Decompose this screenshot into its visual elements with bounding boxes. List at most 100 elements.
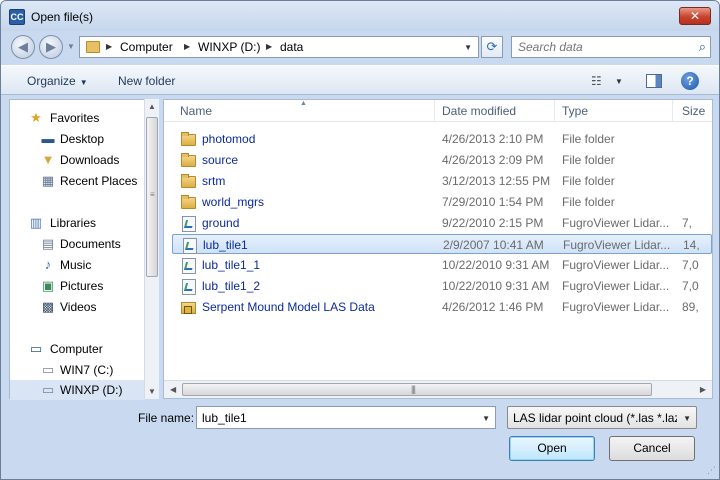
sidebar-item-pictures[interactable]: ▣ Pictures	[10, 276, 145, 296]
file-row-world-mgrs[interactable]: world_mgrs 7/29/2010 1:54 PM File folder	[172, 192, 712, 212]
file-row-ground[interactable]: ground 9/22/2010 2:15 PM FugroViewer Lid…	[172, 213, 712, 233]
file-row-lub-tile1-1[interactable]: lub_tile1_1 10/22/2010 9:31 AM FugroView…	[172, 255, 712, 275]
recent-locations-dropdown[interactable]: ▼	[67, 42, 75, 51]
organize-button[interactable]: Organize ▼	[27, 74, 88, 88]
chevron-right-icon[interactable]: ▶	[106, 42, 112, 51]
scroll-left-icon[interactable]: ◀	[170, 385, 176, 394]
column-divider[interactable]	[434, 100, 435, 122]
app-icon: CC	[9, 9, 25, 25]
file-type: File folder	[562, 174, 615, 188]
sidebar-item-libraries[interactable]: ▥ Libraries	[10, 213, 145, 233]
sidebar-item-desktop[interactable]: ▬ Desktop	[10, 129, 145, 149]
sort-ascending-icon: ▲	[300, 100, 307, 107]
sidebar-item-documents[interactable]: ▤ Documents	[10, 234, 145, 254]
file-row-lub-tile1[interactable]: lub_tile1 2/9/2007 10:41 AM FugroViewer …	[172, 234, 712, 254]
search-box[interactable]: ⌕	[511, 36, 711, 58]
window-title: Open file(s)	[31, 10, 94, 24]
sidebar-item-downloads[interactable]: ▼ Downloads	[10, 150, 145, 170]
file-row-photomod[interactable]: photomod 4/26/2013 2:10 PM File folder	[172, 129, 712, 149]
chevron-right-icon[interactable]: ▶	[184, 42, 190, 51]
forward-button[interactable]: ▶	[39, 35, 63, 59]
breadcrumb-data[interactable]: data	[280, 40, 303, 54]
column-divider[interactable]	[672, 100, 673, 122]
search-input[interactable]	[512, 37, 688, 57]
chevron-down-icon[interactable]: ▼	[482, 414, 490, 423]
navigation-pane[interactable]: ★ Favorites ▬ Desktop ▼ Downloads ▦ Rece…	[9, 99, 159, 400]
file-type: FugroViewer Lidar...	[562, 258, 670, 272]
new-folder-button[interactable]: New folder	[118, 74, 175, 88]
file-name: lub_tile1	[203, 238, 248, 252]
column-header-row: ▲ Name Date modified Type Size	[164, 100, 712, 122]
file-name-combobox[interactable]: ▼	[196, 406, 496, 429]
file-row-serpent-mound[interactable]: Serpent Mound Model LAS Data 4/26/2012 1…	[172, 297, 712, 317]
help-icon[interactable]: ?	[681, 72, 699, 90]
lock-folder-icon	[180, 299, 196, 314]
file-type-filter-select[interactable]: LAS lidar point cloud (*.las *.laz ▼	[507, 406, 697, 429]
grip-icon: ≡	[150, 190, 155, 199]
file-date: 4/26/2012 1:46 PM	[442, 300, 544, 314]
file-row-srtm[interactable]: srtm 3/12/2013 12:55 PM File folder	[172, 171, 712, 191]
column-divider[interactable]	[554, 100, 555, 122]
cancel-button[interactable]: Cancel	[609, 436, 695, 461]
folder-icon	[180, 194, 196, 209]
refresh-button[interactable]: ⟳	[481, 36, 503, 58]
preview-pane-icon[interactable]	[646, 74, 662, 88]
sidebar-item-label: Libraries	[50, 216, 97, 230]
scroll-right-icon[interactable]: ▶	[700, 385, 706, 394]
chevron-down-icon[interactable]: ▼	[464, 43, 472, 52]
file-type: File folder	[562, 195, 615, 209]
open-file-dialog: CC Open file(s) ✕ ◀ ▶ ▼ ▶ Computer ▶ WIN…	[0, 0, 720, 480]
drive-icon: ▭	[41, 382, 55, 397]
file-name-input[interactable]	[197, 407, 473, 428]
sidebar-item-label: Documents	[60, 237, 121, 251]
sidebar-scrollbar[interactable]: ▲ ≡ ▼	[144, 99, 159, 399]
scroll-down-icon[interactable]: ▼	[148, 387, 156, 396]
file-size: 7,0	[682, 258, 699, 272]
file-name: photomod	[202, 132, 256, 146]
horizontal-scroll-thumb[interactable]: |||	[182, 383, 652, 396]
grip-icon: |||	[411, 384, 416, 394]
change-view-icon[interactable]: ☷	[591, 74, 602, 88]
file-row-lub-tile1-2[interactable]: lub_tile1_2 10/22/2010 9:31 AM FugroView…	[172, 276, 712, 296]
column-header-name[interactable]: Name	[180, 104, 212, 118]
lidar-file-icon	[180, 278, 196, 295]
sidebar-item-favorites[interactable]: ★ Favorites	[10, 108, 145, 128]
sidebar-item-winxp-drive[interactable]: ▭ WINXP (D:)	[10, 380, 145, 400]
file-name: lub_tile1_1	[202, 258, 261, 272]
column-header-size[interactable]: Size	[682, 104, 705, 118]
close-button[interactable]: ✕	[679, 7, 711, 25]
sidebar-item-videos[interactable]: ▩ Videos	[10, 297, 145, 317]
back-button[interactable]: ◀	[11, 35, 35, 59]
chevron-right-icon[interactable]: ▶	[266, 42, 272, 51]
chevron-down-icon[interactable]: ▼	[615, 77, 623, 86]
file-name: srtm	[202, 174, 226, 188]
sidebar-item-music[interactable]: ♪ Music	[10, 255, 145, 275]
sidebar-scroll-thumb[interactable]: ≡	[146, 117, 158, 277]
file-size: 7,	[682, 216, 693, 230]
breadcrumb-computer[interactable]: Computer	[120, 40, 173, 54]
column-header-date[interactable]: Date modified	[442, 104, 516, 118]
file-type: FugroViewer Lidar...	[562, 300, 670, 314]
file-list[interactable]: ▲ Name Date modified Type Size photomod …	[163, 99, 713, 399]
chevron-down-icon: ▼	[79, 78, 88, 87]
address-bar[interactable]: ▶ Computer ▶ WINXP (D:) ▶ data ▼	[79, 36, 479, 58]
file-date: 4/26/2013 2:09 PM	[442, 153, 544, 167]
drive-icon: ▭	[41, 362, 55, 377]
file-row-source[interactable]: source 4/26/2013 2:09 PM File folder	[172, 150, 712, 170]
breadcrumb-drive[interactable]: WINXP (D:)	[198, 40, 260, 54]
sidebar-item-computer[interactable]: ▭ Computer	[10, 339, 145, 359]
horizontal-scrollbar[interactable]: ◀ ||| ▶	[164, 380, 712, 398]
resize-grip-icon[interactable]: ⋰	[707, 465, 716, 476]
open-button[interactable]: Open	[509, 436, 595, 461]
search-icon[interactable]: ⌕	[699, 39, 706, 55]
column-header-type[interactable]: Type	[562, 104, 588, 118]
file-size: 14,	[683, 238, 700, 252]
desktop-icon: ▬	[41, 131, 55, 146]
toolbar: Organize ▼ New folder ☷ ▼ ?	[1, 65, 719, 95]
scroll-up-icon[interactable]: ▲	[148, 102, 156, 111]
sidebar-item-win7-drive[interactable]: ▭ WIN7 (C:)	[10, 360, 145, 380]
file-type: FugroViewer Lidar...	[563, 238, 671, 252]
computer-icon: ▭	[29, 341, 43, 356]
sidebar-item-recent-places[interactable]: ▦ Recent Places	[10, 171, 145, 191]
file-date: 3/12/2013 12:55 PM	[442, 174, 551, 188]
